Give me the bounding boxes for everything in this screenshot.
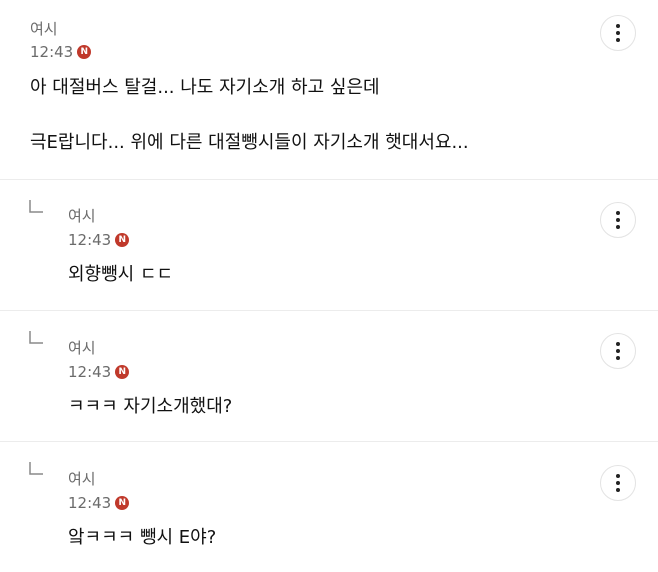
reply-text: ㅋㅋㅋ 자기소개했대?	[68, 396, 233, 417]
reply-time: 12:43	[68, 363, 112, 381]
comment-author: 여시	[30, 20, 58, 38]
reply-arrow-icon	[29, 462, 43, 475]
new-badge-icon: N	[115, 496, 130, 510]
more-vertical-icon-dot	[616, 349, 620, 353]
more-options-button[interactable]	[600, 15, 636, 51]
more-vertical-icon-dot	[616, 218, 620, 222]
more-vertical-icon-dot	[616, 481, 620, 485]
reply-item: 여시 12:43 N ㅋㅋㅋ 자기소개했대?	[0, 311, 658, 441]
reply-author: 여시	[68, 207, 96, 225]
comment-text-line: 극E랍니다... 위에 다른 대절뺑시들이 자기소개 햇대서요...	[30, 132, 469, 153]
comment-text-line: 아 대절버스 탈걸... 나도 자기소개 하고 싶은데	[30, 77, 380, 98]
more-vertical-icon	[616, 474, 620, 478]
more-vertical-icon-dot	[616, 356, 620, 360]
reply-time: 12:43	[68, 494, 112, 512]
more-vertical-icon-dot	[616, 31, 620, 35]
comment-meta: 12:43 N	[30, 42, 92, 62]
more-vertical-icon	[616, 24, 620, 28]
more-vertical-icon	[616, 342, 620, 346]
reply-meta: 12:43 N	[68, 362, 130, 382]
more-vertical-icon-dot	[616, 38, 620, 42]
reply-meta: 12:43 N	[68, 230, 130, 250]
more-vertical-icon	[616, 211, 620, 215]
reply-author: 여시	[68, 470, 96, 488]
reply-time: 12:43	[68, 231, 112, 249]
comment-time: 12:43	[30, 43, 74, 61]
reply-item: 여시 12:43 N 앜ㅋㅋㅋ 뺑시 E야?	[0, 442, 658, 572]
reply-item: 여시 12:43 N 외향뺑시 ㄷㄷ	[0, 180, 658, 310]
new-badge-icon: N	[115, 365, 130, 379]
reply-arrow-icon	[29, 331, 43, 344]
reply-meta: 12:43 N	[68, 493, 130, 513]
more-vertical-icon-dot	[616, 488, 620, 492]
reply-text: 앜ㅋㅋㅋ 뺑시 E야?	[68, 527, 217, 548]
more-options-button[interactable]	[600, 465, 636, 501]
reply-text: 외향뺑시 ㄷㄷ	[68, 264, 174, 285]
more-options-button[interactable]	[600, 202, 636, 238]
reply-author: 여시	[68, 339, 96, 357]
new-badge-icon: N	[77, 45, 92, 59]
new-badge-icon: N	[115, 233, 130, 247]
comment-list: 여시 12:43 N 아 대절버스 탈걸... 나도 자기소개 하고 싶은데 극…	[0, 0, 658, 572]
more-options-button[interactable]	[600, 333, 636, 369]
comment-item: 여시 12:43 N 아 대절버스 탈걸... 나도 자기소개 하고 싶은데 극…	[0, 0, 658, 179]
reply-arrow-icon	[29, 200, 43, 213]
more-vertical-icon-dot	[616, 225, 620, 229]
